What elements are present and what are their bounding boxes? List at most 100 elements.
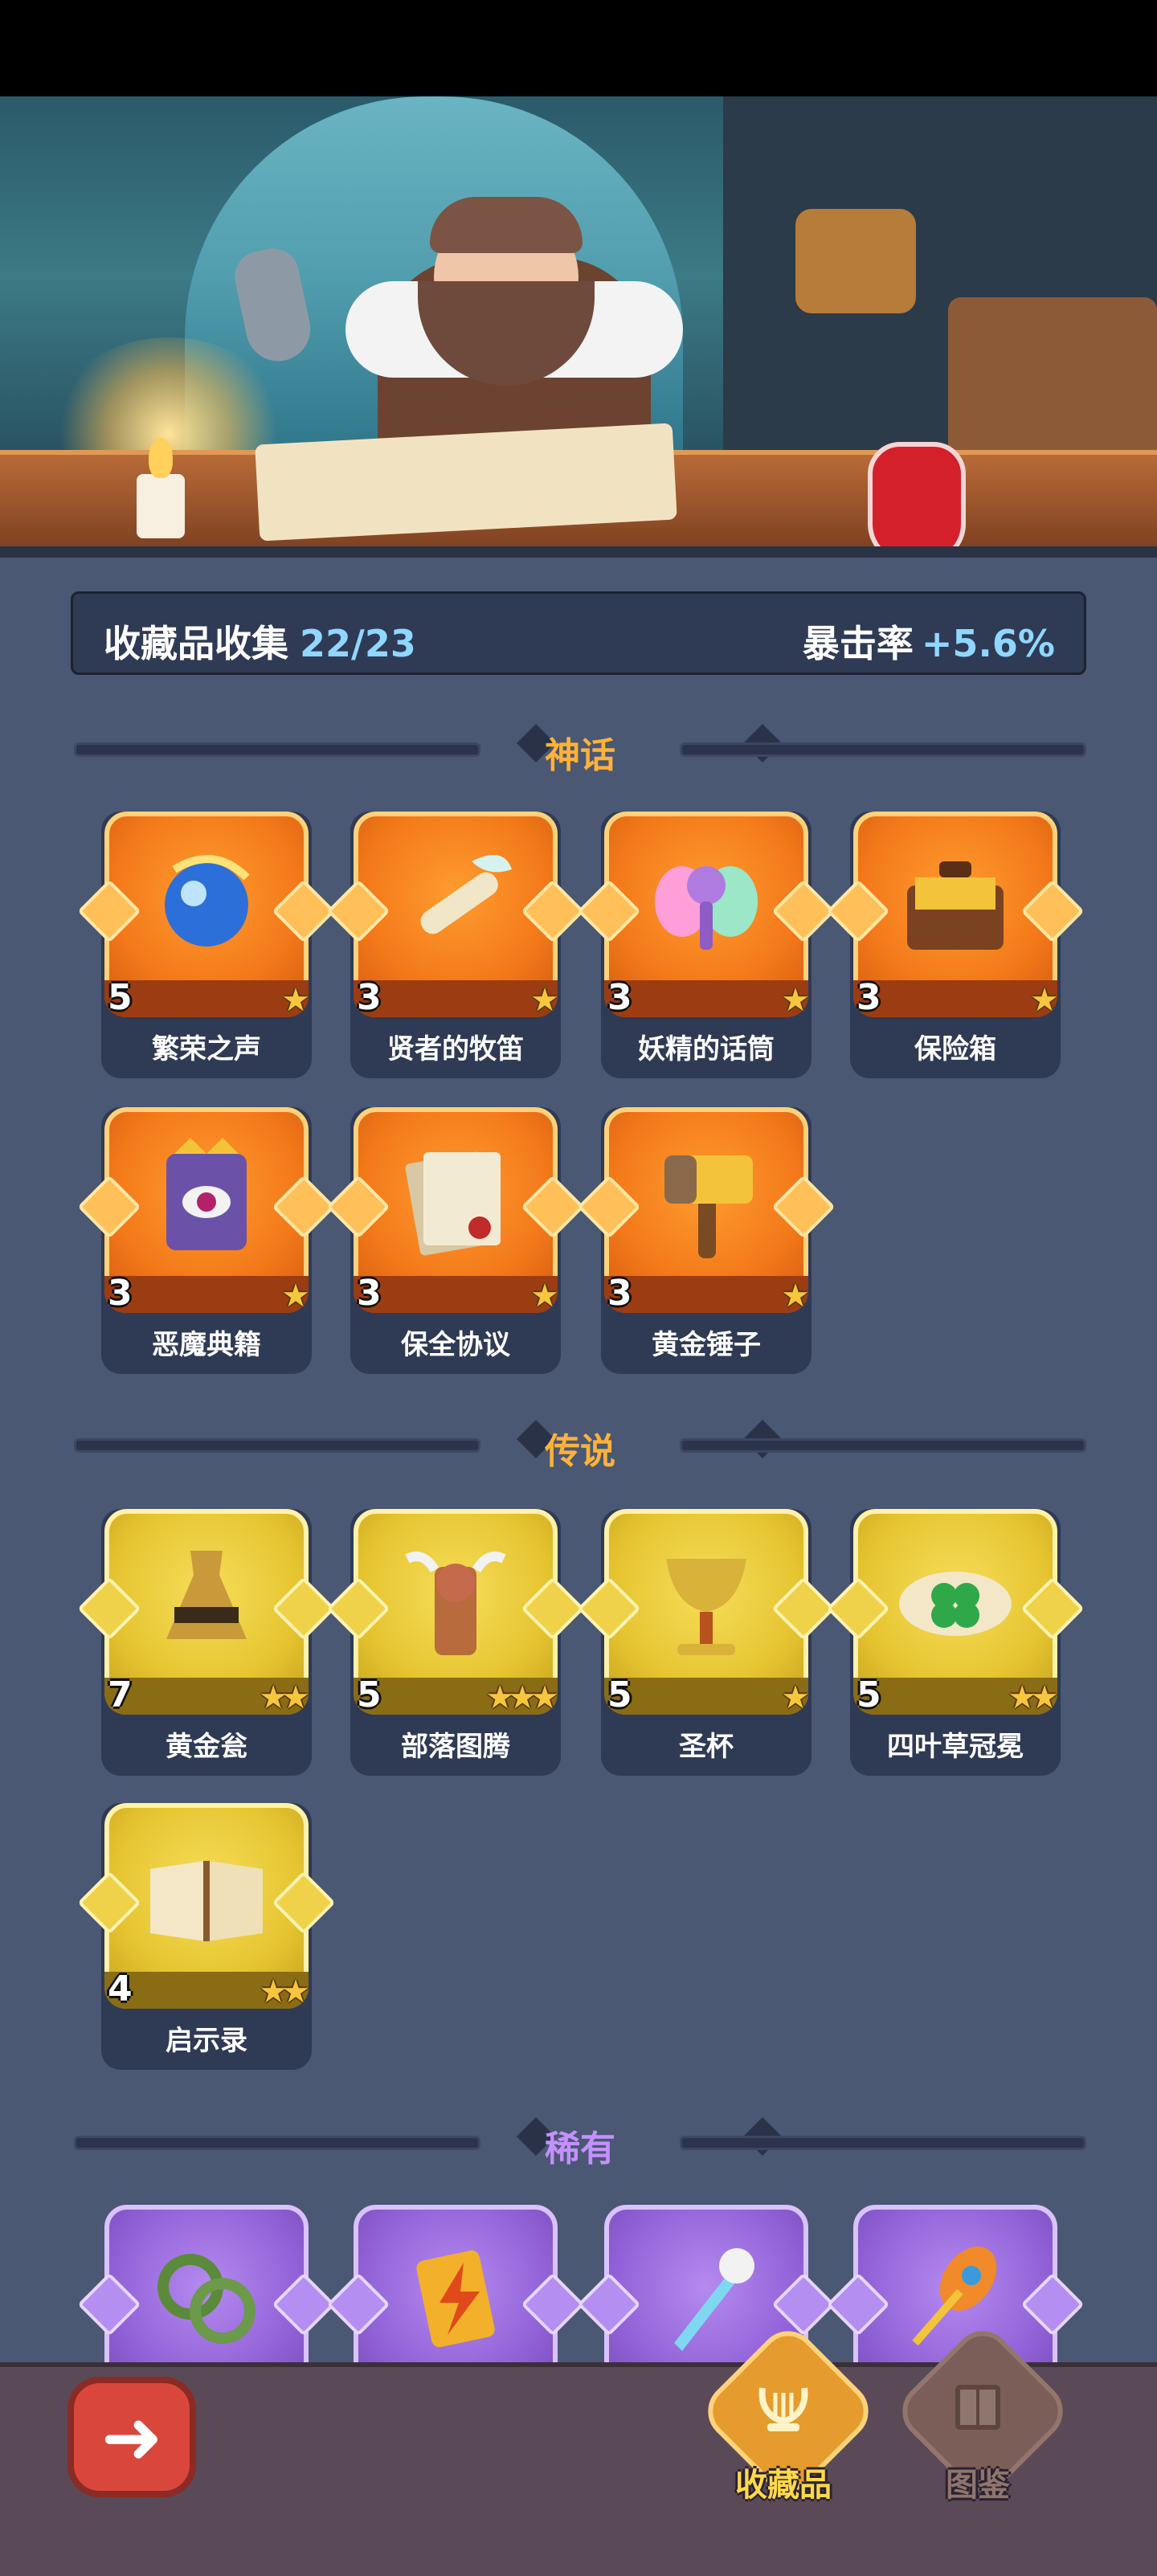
star-rating: ★ bbox=[781, 982, 810, 1019]
status-bar bbox=[0, 0, 1157, 96]
blue-orb-icon bbox=[165, 855, 250, 947]
section-header-legend: 传说 bbox=[74, 1419, 1086, 1472]
golden-vase-icon bbox=[166, 1551, 247, 1639]
item-level: 5 bbox=[108, 977, 133, 1018]
collectible-card[interactable]: 7 ★★ 黄金瓮 bbox=[77, 1509, 336, 1776]
item-name: 部落图腾 bbox=[401, 1731, 510, 1763]
clover-crown-icon bbox=[899, 1572, 1012, 1636]
star-rating: ★ bbox=[281, 982, 310, 1019]
demon-book-icon bbox=[166, 1138, 247, 1250]
fairy-microphone-icon bbox=[655, 866, 758, 950]
vine-ring-icon bbox=[157, 2254, 256, 2344]
item-level: 5 bbox=[857, 1674, 881, 1715]
card-level-band bbox=[853, 980, 1057, 1017]
item-name: 保险箱 bbox=[914, 1033, 996, 1065]
collectible-card[interactable]: 3 ★ 保全协议 bbox=[326, 1107, 585, 1374]
item-name: 黄金瓮 bbox=[166, 1731, 247, 1763]
lyre-icon bbox=[758, 2387, 808, 2431]
item-name: 恶魔典籍 bbox=[152, 1329, 261, 1361]
collectible-card[interactable]: 5 ★★★ 部落图腾 bbox=[326, 1509, 585, 1776]
grail-icon bbox=[666, 1559, 746, 1655]
open-book-icon bbox=[150, 1861, 263, 1941]
item-name: 贤者的牧笛 bbox=[387, 1033, 524, 1065]
collection-count: 22/23 bbox=[300, 622, 416, 665]
card-level-band bbox=[604, 980, 808, 1017]
back-arrow-icon: ➜ bbox=[100, 2394, 163, 2480]
ice-dagger-icon bbox=[674, 2248, 754, 2351]
collectible-card[interactable]: 5 ★★ 四叶草冠冕 bbox=[826, 1509, 1085, 1776]
item-level: 3 bbox=[108, 1273, 133, 1314]
tribal-totem-icon bbox=[405, 1552, 506, 1655]
divider-line-right bbox=[680, 1438, 1086, 1453]
item-level: 3 bbox=[857, 977, 881, 1018]
item-name: 四叶草冠冕 bbox=[887, 1731, 1024, 1763]
divider-line-right bbox=[680, 742, 1086, 757]
item-level: 3 bbox=[357, 977, 382, 1018]
collectible-card[interactable]: 3 ★ 贤者的牧笛 bbox=[326, 812, 585, 1078]
collectible-card[interactable]: 3 ★ 保险箱 bbox=[826, 812, 1085, 1078]
card-level-band bbox=[604, 1678, 808, 1715]
card-level-band bbox=[354, 1276, 558, 1313]
golden-hammer-icon bbox=[664, 1155, 753, 1258]
item-name: 繁荣之声 bbox=[152, 1033, 261, 1065]
star-rating: ★ bbox=[1030, 982, 1059, 1019]
star-rating: ★ bbox=[281, 1278, 310, 1315]
merchant-hair bbox=[430, 197, 583, 253]
section-header-rare: 稀有 bbox=[74, 2116, 1086, 2169]
star-rating: ★ bbox=[530, 982, 559, 1019]
divider-line-right bbox=[680, 2136, 1086, 2150]
tab-collection-label: 收藏品 bbox=[735, 2467, 832, 2504]
flute-icon bbox=[420, 855, 512, 934]
item-name: 启示录 bbox=[166, 2025, 247, 2057]
collectible-card[interactable]: 5 ★ 圣杯 bbox=[577, 1509, 836, 1776]
star-rating: ★ bbox=[781, 1679, 810, 1716]
collectible-card[interactable]: 3 ★ 恶魔典籍 bbox=[77, 1107, 336, 1374]
card-level-band bbox=[604, 1276, 808, 1313]
tab-codex-label: 图鉴 bbox=[946, 2467, 1010, 2504]
item-level: 3 bbox=[607, 1273, 632, 1314]
scroll-icon bbox=[405, 1151, 501, 1256]
item-level: 7 bbox=[108, 1674, 133, 1715]
tribal-mask-decoration bbox=[795, 209, 916, 313]
item-level: 3 bbox=[607, 977, 632, 1018]
item-level: 5 bbox=[607, 1674, 632, 1715]
book-icon bbox=[955, 2385, 1000, 2430]
star-rating: ★★ bbox=[1008, 1679, 1059, 1716]
lightning-card-icon bbox=[416, 2250, 495, 2348]
item-name: 圣杯 bbox=[679, 1731, 734, 1763]
item-level: 5 bbox=[357, 1674, 382, 1715]
item-name: 黄金锤子 bbox=[652, 1329, 761, 1361]
collectible-card[interactable]: 3 ★ 黄金锤子 bbox=[577, 1107, 836, 1374]
crit-rate-label: 暴击率 bbox=[802, 622, 914, 665]
hero-divider bbox=[0, 546, 1157, 558]
card-level-band bbox=[354, 980, 558, 1017]
flame-icon bbox=[149, 438, 173, 478]
section-header-mythic: 神话 bbox=[74, 723, 1086, 776]
item-level: 4 bbox=[108, 1969, 133, 2010]
card-level-band bbox=[104, 980, 309, 1017]
star-rating: ★ bbox=[530, 1278, 559, 1315]
collectible-card[interactable]: 4 ★★ 启示录 bbox=[77, 1803, 336, 2070]
collectible-card[interactable]: 3 ★ 妖精的话筒 bbox=[577, 812, 836, 1078]
card-level-band bbox=[104, 1276, 309, 1313]
treasure-chest-icon bbox=[907, 861, 1004, 950]
candle-icon bbox=[137, 474, 185, 538]
item-level: 3 bbox=[357, 1273, 382, 1314]
star-rating: ★ bbox=[781, 1278, 810, 1315]
collection-label-text: 收藏品收集 bbox=[104, 622, 288, 665]
item-name: 妖精的话筒 bbox=[638, 1033, 775, 1065]
back-button[interactable]: ➜ bbox=[67, 2377, 196, 2497]
collectible-card[interactable]: 5 ★ 繁荣之声 bbox=[77, 812, 336, 1078]
tab-codex[interactable]: 图鉴 bbox=[890, 2319, 1075, 2507]
star-rating: ★★★ bbox=[485, 1679, 559, 1716]
star-rating: ★★ bbox=[259, 1679, 310, 1716]
tab-collection[interactable]: 收藏品 bbox=[696, 2319, 881, 2507]
potion-icon bbox=[868, 442, 966, 546]
collection-label: 收藏品收集 22/23 bbox=[104, 615, 416, 668]
star-rating: ★★ bbox=[259, 1973, 310, 2010]
item-name: 保全协议 bbox=[401, 1329, 510, 1361]
hero-banner bbox=[0, 96, 1157, 546]
collection-summary-bar: 收藏品收集 22/23 暴击率 +5.6% bbox=[71, 591, 1086, 675]
crit-rate-stat: 暴击率 +5.6% bbox=[803, 615, 1055, 668]
crit-rate-value: +5.6% bbox=[921, 622, 1055, 665]
